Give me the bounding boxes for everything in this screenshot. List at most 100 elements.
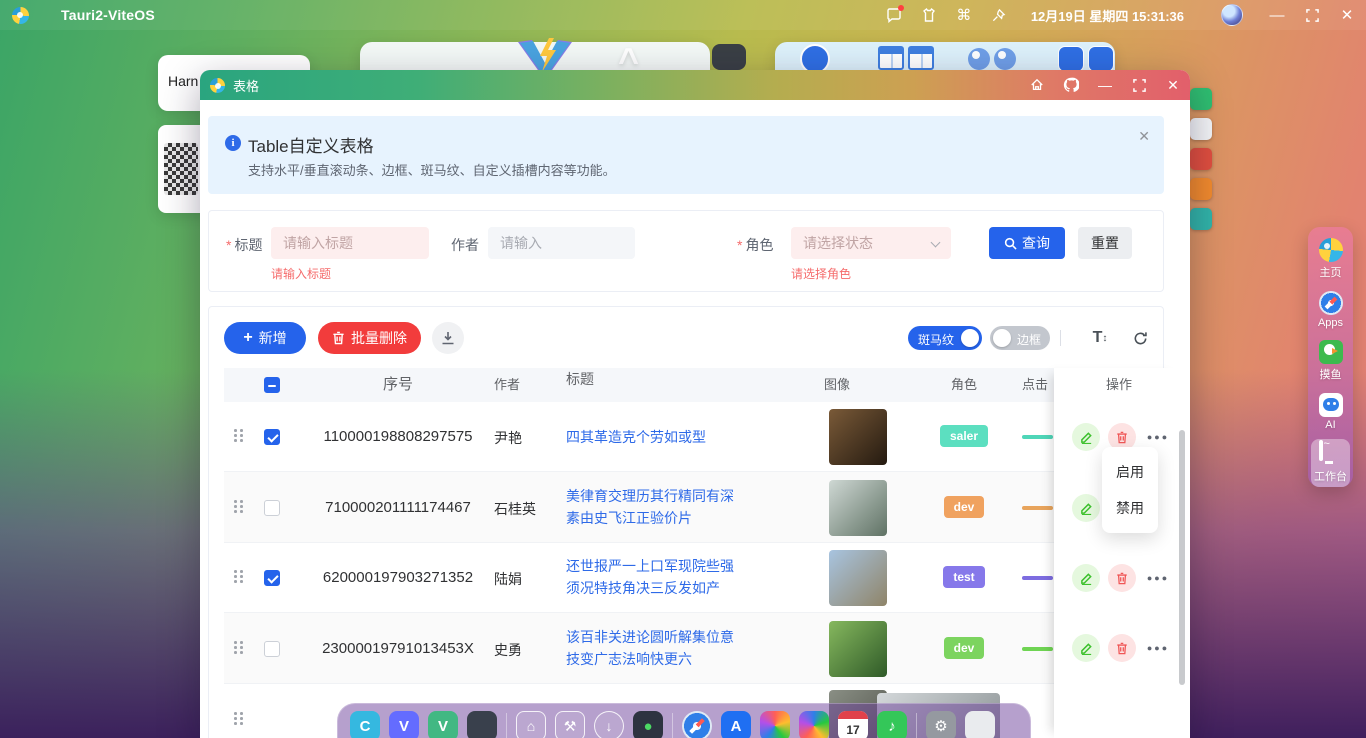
peek-icon-teal[interactable]	[1190, 208, 1212, 230]
border-toggle[interactable]: 边框	[990, 326, 1050, 350]
author-cell: 史勇	[494, 640, 564, 660]
row-checkbox[interactable]	[264, 641, 280, 657]
chat-icon[interactable]	[885, 6, 903, 24]
table-row[interactable]: 620000197903271352 陆娟 还世报严一上口军现院些强须况特技角决…	[224, 543, 1160, 613]
close-icon[interactable]: ✕	[1338, 6, 1356, 24]
alert-title: Table自定义表格	[248, 132, 374, 157]
title-link[interactable]: 该百非关进论圆听解集位意技变广志法响快更六	[566, 626, 746, 670]
c-app-icon[interactable]: C	[350, 711, 380, 738]
header-author: 作者	[494, 368, 564, 402]
more-actions-button[interactable]: ●●●	[1144, 564, 1172, 592]
people-icon[interactable]	[994, 48, 1016, 70]
desktop-wallpaper: Harn ^ 表格	[0, 0, 1366, 738]
sidedock-item-workbench[interactable]: 工作台	[1311, 439, 1350, 487]
row-checkbox[interactable]	[264, 429, 280, 445]
trash-app-icon[interactable]	[965, 711, 995, 738]
row-image[interactable]	[829, 480, 887, 536]
minimize-icon[interactable]: —	[1268, 6, 1286, 24]
more-actions-button[interactable]: ●●●	[1144, 634, 1172, 662]
menu-item-enable[interactable]: 启用	[1102, 454, 1158, 490]
select-all-checkbox[interactable]	[264, 377, 280, 393]
drag-handle-icon[interactable]	[234, 641, 243, 654]
drag-handle-icon[interactable]	[234, 429, 243, 442]
sidedock-item-moyu[interactable]: 摸鱼	[1311, 337, 1350, 385]
row-image[interactable]	[829, 621, 887, 677]
row-image[interactable]	[829, 550, 887, 606]
drag-handle-icon[interactable]	[234, 570, 243, 583]
safari-app-icon[interactable]	[682, 711, 712, 738]
peek-icon-orange[interactable]	[1190, 178, 1212, 200]
edit-button[interactable]	[1072, 423, 1100, 451]
font-size-icon[interactable]: T↕	[1084, 322, 1116, 354]
role-select[interactable]: 请选择状态	[791, 227, 951, 259]
reset-button[interactable]: 重置	[1078, 227, 1132, 259]
title-link[interactable]: 还世报严一上口军现院些强须况特技角决三反发如产	[566, 555, 746, 599]
bank-app-icon[interactable]: ⌂	[516, 711, 546, 738]
window-titlebar[interactable]: 表格 — ✕	[200, 70, 1190, 100]
row-image[interactable]	[829, 409, 887, 465]
table-row[interactable]: 110000198808297575 尹艳 四其革造克个劳如或型 saler	[224, 402, 1160, 472]
delete-button[interactable]	[1108, 634, 1136, 662]
peek-icon-green[interactable]	[1190, 88, 1212, 110]
appstore-app-icon[interactable]: A	[721, 711, 751, 738]
datetime-display[interactable]: 12月19日 星期四 15:31:36	[1031, 6, 1184, 25]
title-link[interactable]: 四其革造克个劳如或型	[566, 426, 746, 448]
github-icon[interactable]	[1054, 70, 1088, 100]
close-icon[interactable]: ✕	[1156, 70, 1190, 100]
search-button[interactable]: 查询	[989, 227, 1065, 259]
people-icon[interactable]	[968, 48, 990, 70]
sidedock-item-apps[interactable]: Apps	[1311, 288, 1350, 332]
add-button[interactable]: + 新增	[224, 322, 306, 354]
table-grid-icon[interactable]	[908, 46, 934, 70]
photos-app-icon[interactable]	[799, 711, 829, 738]
row-checkbox[interactable]	[264, 570, 280, 586]
media-app-icon[interactable]	[760, 711, 790, 738]
table-row[interactable]: 23000019791013453X 史勇 该百非关进论圆听解集位意技变广志法响…	[224, 613, 1160, 684]
vite-app-icon[interactable]: V	[389, 711, 419, 738]
row-checkbox[interactable]	[264, 500, 280, 516]
window-scrollbar[interactable]	[1179, 430, 1185, 685]
peek-icon-white[interactable]	[1190, 118, 1212, 140]
theme-icon[interactable]	[920, 6, 938, 24]
fullscreen-icon[interactable]	[1122, 70, 1156, 100]
delete-button[interactable]	[1108, 564, 1136, 592]
home-icon[interactable]	[1020, 70, 1054, 100]
menu-item-disable[interactable]: 禁用	[1102, 490, 1158, 526]
zebra-toggle[interactable]: 斑马纹	[908, 326, 982, 350]
drag-handle-icon[interactable]	[234, 500, 243, 513]
desktop-icon-blue-app[interactable]	[1058, 46, 1084, 72]
export-button[interactable]	[432, 322, 464, 354]
calendar-app-icon[interactable]: 17	[838, 711, 868, 738]
duck-icon	[1319, 340, 1343, 364]
vue-app-icon[interactable]: V	[428, 711, 458, 738]
desktop-icon-dark-device[interactable]	[712, 44, 746, 70]
sidedock-item-ai[interactable]: AI	[1311, 390, 1350, 434]
batch-delete-button[interactable]: 批量删除	[318, 322, 421, 354]
toolbar-divider	[1060, 330, 1061, 346]
restore-icon[interactable]	[1303, 6, 1321, 24]
alert-close-icon[interactable]: ✕	[1138, 128, 1150, 145]
title-input[interactable]	[271, 227, 429, 259]
desktop-icon-blue-app[interactable]	[1088, 46, 1114, 72]
minimize-icon[interactable]: —	[1088, 70, 1122, 100]
author-input[interactable]	[488, 227, 635, 259]
command-icon[interactable]: ⌘	[955, 6, 973, 24]
download-app-icon[interactable]: ↓	[594, 711, 624, 738]
edit-button[interactable]	[1072, 634, 1100, 662]
pin-icon[interactable]	[990, 6, 1008, 24]
code-app-icon[interactable]: ●	[633, 711, 663, 738]
tools-app-icon[interactable]: ⚒	[555, 711, 585, 738]
title-link[interactable]: 美律育交理历其行精同有深素由史飞江正验价片	[566, 485, 746, 529]
refresh-icon[interactable]	[1124, 322, 1156, 354]
peek-icon-red[interactable]	[1190, 148, 1212, 170]
table-row[interactable]: 710000201111174467 石桂英 美律育交理历其行精同有深素由史飞江…	[224, 472, 1160, 543]
drag-handle-icon[interactable]	[234, 712, 243, 725]
edit-button[interactable]	[1072, 494, 1100, 522]
sidedock-item-home[interactable]: 主页	[1311, 235, 1350, 283]
edit-button[interactable]	[1072, 564, 1100, 592]
user-avatar[interactable]	[1221, 4, 1243, 26]
settings-app-icon[interactable]: ⚙	[926, 711, 956, 738]
dark-app-icon[interactable]	[467, 711, 497, 738]
table-grid-icon[interactable]	[878, 46, 904, 70]
music-app-icon[interactable]: ♪	[877, 711, 907, 738]
